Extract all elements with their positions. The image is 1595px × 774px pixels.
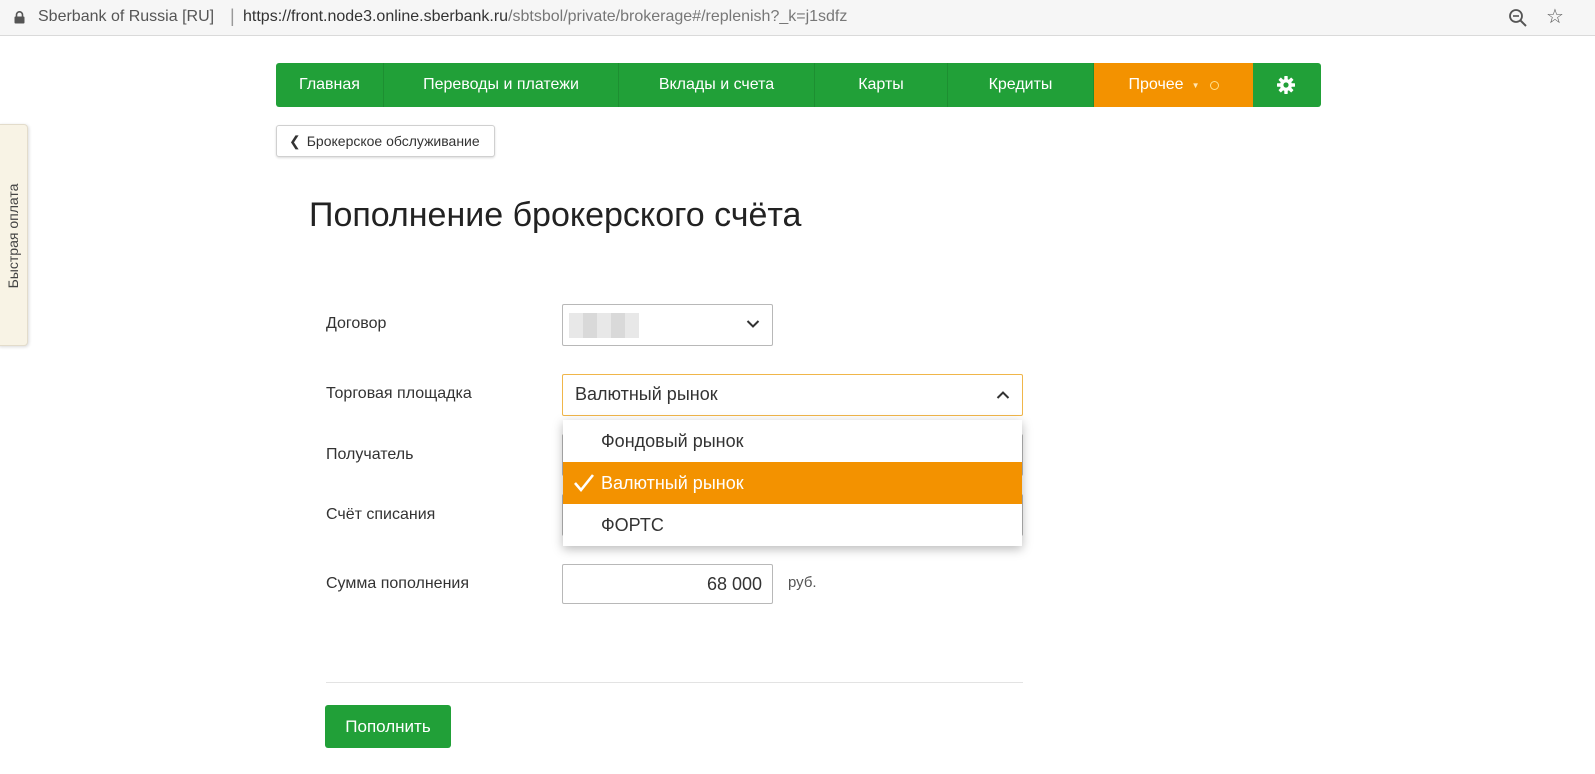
currency-label: руб. bbox=[788, 574, 817, 591]
main-nav: Главная Переводы и платежи Вклады и счет… bbox=[276, 63, 1321, 107]
url-path: /sbtsbol/private/brokerage#/replenish?_k… bbox=[508, 8, 848, 25]
nav-item-label: Вклады и счета bbox=[658, 76, 775, 93]
amount-input[interactable]: 68 000 bbox=[562, 564, 773, 604]
nav-item-settings[interactable] bbox=[1253, 63, 1319, 107]
market-label: Торговая площадка bbox=[326, 385, 472, 402]
dropdown-option-label: ФОРТС bbox=[601, 515, 664, 535]
redacted-contract-value bbox=[569, 313, 639, 338]
chevron-down-icon bbox=[746, 320, 760, 328]
chevron-up-icon bbox=[996, 391, 1010, 399]
site-identity: Sberbank of Russia [RU] bbox=[38, 8, 215, 25]
quick-pay-tab[interactable]: Быстрая оплата bbox=[0, 124, 28, 346]
url-host: https://front.node3.online.sberbank.ru bbox=[243, 8, 509, 25]
gear-icon bbox=[1277, 76, 1295, 94]
recipient-label: Получатель bbox=[326, 446, 414, 463]
back-button-label: Брокерское обслуживание bbox=[306, 133, 480, 149]
replenish-button[interactable]: Пополнить bbox=[325, 705, 451, 748]
nav-item-more[interactable]: Прочее ▼ bbox=[1094, 63, 1253, 107]
market-dropdown: Фондовый рынок Валютный рынок ФОРТС bbox=[563, 420, 1022, 546]
nav-item-label: Переводы и платежи bbox=[423, 76, 579, 93]
nav-item-transfers[interactable]: Переводы и платежи bbox=[384, 63, 619, 107]
debit-account-label: Счёт списания bbox=[326, 506, 436, 523]
check-icon bbox=[574, 474, 595, 493]
contract-label: Договор bbox=[326, 315, 387, 332]
market-select-value: Валютный рынок bbox=[575, 384, 718, 404]
nav-item-label: Кредиты bbox=[988, 76, 1053, 93]
form-divider bbox=[326, 682, 1023, 683]
nav-item-home[interactable]: Главная bbox=[276, 63, 384, 107]
bookmark-star-icon[interactable]: ☆ bbox=[1546, 5, 1564, 29]
back-to-brokerage-button[interactable]: ❮ Брокерское обслуживание bbox=[276, 125, 495, 157]
url-separator: | bbox=[230, 6, 235, 26]
amount-label: Сумма пополнения bbox=[326, 575, 469, 592]
dropdown-option-currency-market[interactable]: Валютный рынок bbox=[563, 462, 1022, 504]
nav-item-deposits[interactable]: Вклады и счета bbox=[619, 63, 815, 107]
dropdown-option-label: Валютный рынок bbox=[601, 473, 744, 493]
lock-icon bbox=[14, 11, 25, 24]
nav-item-label: Карты bbox=[858, 76, 904, 93]
page-title: Пополнение брокерского счёта bbox=[309, 196, 802, 234]
caret-down-icon: ▼ bbox=[1191, 80, 1200, 90]
replenish-button-label: Пополнить bbox=[345, 716, 431, 736]
chevron-left-icon: ❮ bbox=[289, 132, 301, 149]
nav-item-label: Прочее bbox=[1128, 76, 1184, 93]
zoom-out-icon[interactable] bbox=[1508, 8, 1528, 28]
address-bar[interactable]: Sberbank of Russia [RU] | https://front.… bbox=[0, 0, 1595, 36]
dropdown-option-stock-market[interactable]: Фондовый рынок bbox=[563, 420, 1022, 462]
nav-item-cards[interactable]: Карты bbox=[815, 63, 948, 107]
dropdown-option-forts[interactable]: ФОРТС bbox=[563, 504, 1022, 546]
market-select[interactable]: Валютный рынок bbox=[562, 374, 1023, 416]
contract-select[interactable] bbox=[562, 304, 773, 346]
quick-pay-label: Быстрая оплата bbox=[5, 183, 21, 289]
notification-dot-icon bbox=[1209, 80, 1219, 90]
url-text[interactable]: https://front.node3.online.sberbank.ru/s… bbox=[243, 8, 847, 26]
dropdown-option-label: Фондовый рынок bbox=[601, 431, 744, 451]
nav-item-label: Главная bbox=[299, 76, 360, 93]
nav-item-credits[interactable]: Кредиты bbox=[948, 63, 1094, 107]
